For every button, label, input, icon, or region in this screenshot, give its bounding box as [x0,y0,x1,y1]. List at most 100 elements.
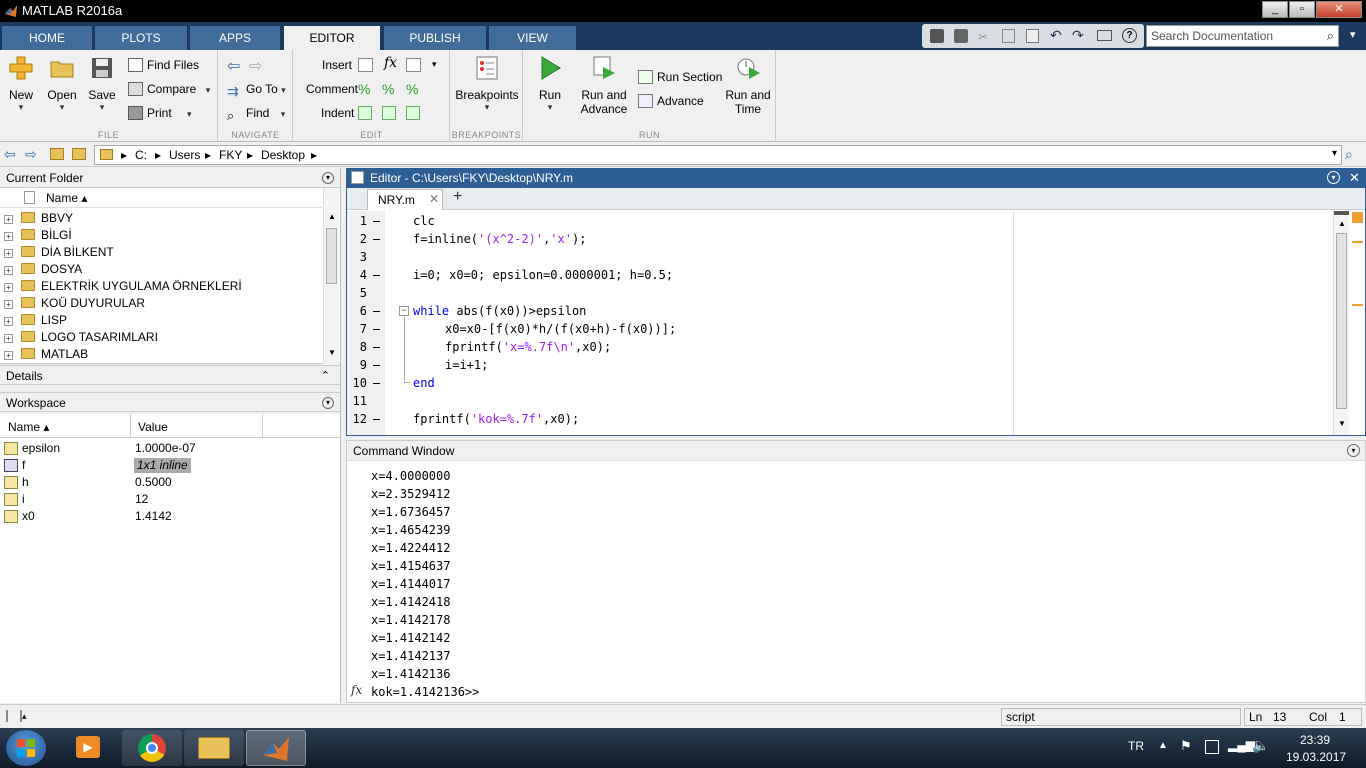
show-hidden-icons[interactable]: ▲ [1158,740,1168,751]
breakpoint-dash[interactable] [373,419,380,420]
tab-view[interactable]: VIEW [489,26,576,50]
expand-icon[interactable]: + [4,300,13,309]
redo-icon[interactable]: ↷ [1072,27,1084,44]
tab-publish[interactable]: PUBLISH [384,26,486,50]
back-arrow-icon[interactable]: ⇦ [227,56,240,76]
language-indicator[interactable]: TR [1128,739,1144,753]
close-editor-icon[interactable]: ✕ [1349,170,1360,186]
tab-plots[interactable]: PLOTS [95,26,187,50]
split-handle[interactable] [1334,211,1349,215]
table-row[interactable]: f 1x1 inline [0,457,340,474]
breakpoint-dash[interactable] [373,365,380,366]
find-files-button[interactable]: Find Files [128,56,199,74]
expand-icon[interactable]: + [4,215,13,224]
device-icon[interactable] [1205,740,1219,754]
uncomment-icon[interactable]: % [382,81,394,97]
path-part-fky[interactable]: FKY [219,148,242,162]
value-column-header[interactable]: Value [138,420,168,434]
start-button[interactable] [6,730,46,766]
folder-item[interactable]: + MATLAB [0,346,88,363]
editor-scrollbar[interactable]: ▲ ▼ [1333,211,1349,435]
breakpoint-dash[interactable] [373,221,380,222]
print-button[interactable]: Print ▾ [128,104,192,122]
table-row[interactable]: epsilon 1.0000e-07 [0,440,340,457]
warning-indicator-icon[interactable] [1352,212,1363,223]
scroll-thumb[interactable] [326,228,337,284]
folder-item[interactable]: + DİA BİLKENT [0,244,114,261]
scroll-down-icon[interactable]: ▼ [328,348,336,357]
folder-item[interactable]: + KOÜ DUYURULAR [0,295,145,312]
name-column-header[interactable]: Name ▴ [46,191,87,205]
scroll-thumb[interactable] [1336,233,1347,409]
chevron-down-icon[interactable]: ▾ [86,102,118,113]
copy-icon[interactable] [1002,29,1015,43]
path-field[interactable]: ▸ C: ▸ Users ▸ FKY ▸ Desktop ▸ ▾ [94,145,1342,165]
clock-time[interactable]: 23:39 [1300,733,1330,747]
run-section-button[interactable]: Run Section [638,68,722,86]
comment-icon[interactable]: % [358,81,370,97]
tab-apps[interactable]: APPS [190,26,280,50]
maximize-button[interactable]: ▫ [1289,1,1315,18]
network-signal-icon[interactable]: ▂▄▆ [1228,738,1255,752]
open-button[interactable]: Open ▾ [46,55,78,113]
breakpoint-dash[interactable] [373,383,380,384]
forward-icon[interactable]: ⇨ [25,146,37,163]
new-button[interactable]: New ▾ [6,55,36,113]
chevron-down-icon[interactable]: ▾ [187,109,192,119]
wrap-comment-icon[interactable]: % [406,81,418,97]
close-tab-icon[interactable]: ✕ [429,192,439,206]
expand-icon[interactable]: + [4,317,13,326]
command-output[interactable]: x=4.0000000 x=2.3529412 x=1.6736457 x=1.… [371,467,1351,703]
folder-item[interactable]: + LISP [0,312,67,329]
media-player-taskbar-item[interactable]: ▶ [58,730,118,766]
expand-icon[interactable]: + [4,334,13,343]
comment-button[interactable]: Comment [306,80,358,98]
minimize-button[interactable]: _ [1262,1,1288,18]
go-to-button[interactable]: ⇉ Go To ▾ [227,80,286,98]
folder-item[interactable]: + LOGO TASARIMLARI [0,329,158,346]
paste-icon[interactable] [1026,29,1039,43]
chevron-down-icon[interactable]: ▾ [432,59,437,70]
increase-indent-icon[interactable] [382,106,396,120]
path-part-c[interactable]: C: [135,148,147,162]
details-header[interactable]: Details ⌃ [0,365,340,385]
chevron-down-icon[interactable]: ▾ [6,102,36,113]
expand-icon[interactable]: + [4,232,13,241]
insert-button[interactable]: Insert [322,56,352,74]
up-folder-icon[interactable] [50,148,64,160]
search-icon[interactable]: ⌕ [1327,28,1334,44]
folder-scrollbar[interactable]: ▲ ▼ [323,188,339,364]
back-icon[interactable]: ⇦ [4,146,16,163]
scroll-down-icon[interactable]: ▼ [1338,419,1346,428]
breakpoint-dash[interactable] [373,311,380,312]
table-row[interactable]: x0 1.4142 [0,508,340,525]
breakpoint-dash[interactable] [373,329,380,330]
insert-fi-icon[interactable] [406,58,421,72]
table-row[interactable]: i 12 [0,491,340,508]
warning-marker[interactable] [1352,304,1363,306]
fold-icon[interactable]: − [399,306,409,316]
folder-item[interactable]: + ELEKTRİK UYGULAMA ÖRNEKLERİ [0,278,242,295]
cut-icon[interactable]: ✂ [978,30,988,44]
compare-button[interactable]: Compare ▾ [128,80,210,98]
chevron-down-icon[interactable]: ▾ [206,85,211,95]
chevron-down-icon[interactable]: ▾ [281,85,286,95]
clock-date[interactable]: 19.03.2017 [1286,750,1346,764]
chevron-down-icon[interactable]: ▾ [455,102,519,113]
run-and-advance-button[interactable]: Run and Advance [578,55,630,116]
search-documentation-field[interactable]: Search Documentation ⌕ [1146,25,1339,47]
indent-button[interactable]: Indent [321,104,354,122]
tab-nry-m[interactable]: NRY.m ✕ [367,189,443,210]
panel-menu-icon[interactable]: ▾ [322,397,334,409]
chevron-down-icon[interactable]: ▾ [281,109,286,119]
decrease-indent-icon[interactable] [406,106,420,120]
explorer-taskbar-item[interactable] [184,730,244,766]
scroll-up-icon[interactable]: ▲ [328,212,336,221]
new-tab-button[interactable]: + [453,188,462,206]
save-button[interactable]: Save ▾ [86,55,118,113]
expand-icon[interactable]: + [4,351,13,360]
panel-menu-icon[interactable]: ▾ [1347,444,1360,457]
insert-function-icon[interactable]: fx [384,55,397,71]
folder-item[interactable]: + BİLGİ [0,227,72,244]
command-prompt-line[interactable]: kok=1.4142136>> [371,683,479,701]
